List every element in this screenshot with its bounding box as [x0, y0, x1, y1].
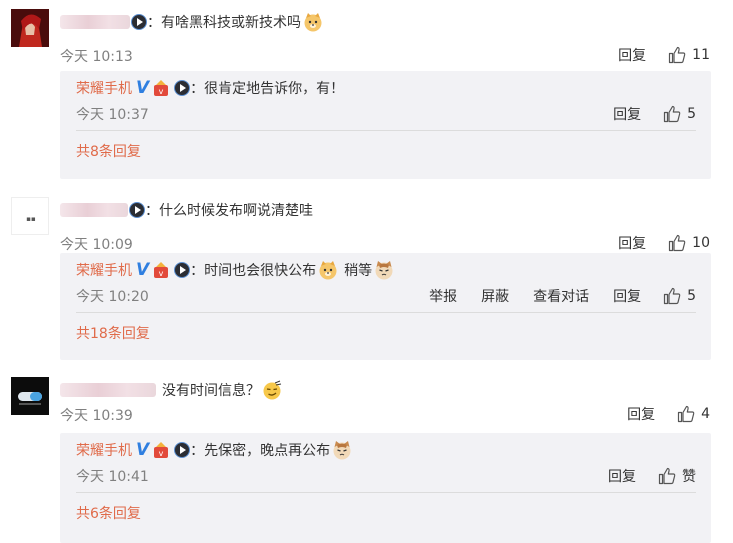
divider [76, 492, 696, 493]
reply-text: ：先保密，晚点再公布 [190, 443, 331, 459]
like-count: 10 [692, 235, 710, 251]
reply-box: 荣耀手机 V v ：先保密，晚点再公布 今天 10:41 回复 赞 共6条回复 [60, 433, 711, 543]
like-count: 5 [687, 106, 696, 122]
reply-box: 荣耀手机 V v ：时间也会很快公布 稍等 今天 10:20 举报 屏蔽 查看对… [60, 253, 711, 360]
user-avatar[interactable]: ▪▪ [11, 197, 49, 235]
reply-button[interactable]: 回复 [613, 104, 641, 124]
blurred-username[interactable] [60, 383, 156, 397]
blurred-username[interactable] [60, 203, 128, 217]
reply-button[interactable]: 回复 [608, 466, 636, 486]
like-icon [658, 467, 676, 485]
verified-v-icon: V [136, 260, 150, 280]
medal-icon: v [154, 442, 169, 458]
comment-time: 今天 10:13 [60, 49, 133, 65]
like-icon [669, 46, 686, 64]
reply-actions: 回复 赞 [584, 466, 696, 486]
comment-2: ▪▪ ：什么时候发布啊说清楚哇 今天 10:09 回复 10 荣耀手机 V v … [0, 197, 733, 367]
comment-actions: 回复 10 [618, 233, 710, 253]
like-button[interactable]: 11 [668, 46, 710, 64]
doge-emoji [319, 261, 337, 280]
reply-button[interactable]: 回复 [627, 404, 655, 424]
like-count: 赞 [682, 469, 696, 485]
more-replies-link[interactable]: 共6条回复 [76, 503, 141, 523]
reply-button[interactable]: 回复 [613, 286, 641, 306]
like-icon [663, 287, 681, 305]
report-button[interactable]: 举报 [429, 286, 457, 306]
like-button[interactable]: 5 [663, 287, 696, 305]
reply-time: 今天 10:37 [76, 107, 149, 123]
like-icon [677, 405, 695, 423]
reply-time: 今天 10:20 [76, 289, 149, 305]
block-button[interactable]: 屏蔽 [481, 286, 509, 306]
reply-button[interactable]: 回复 [618, 45, 646, 65]
smug-emoji [263, 380, 282, 400]
reply-box: 荣耀手机 V v ：很肯定地告诉你，有！ 今天 10:37 回复 5 共8条回复 [60, 71, 711, 179]
reply-author[interactable]: 荣耀手机 [76, 440, 132, 460]
reply-button[interactable]: 回复 [618, 233, 646, 253]
user-avatar[interactable] [11, 377, 49, 415]
reply-body: 荣耀手机 V v ：很肯定地告诉你，有！ [76, 77, 344, 99]
reply-author[interactable]: 荣耀手机 [76, 78, 132, 98]
comment-time: 今天 10:39 [60, 408, 133, 424]
reply-time: 今天 10:41 [76, 469, 149, 485]
comment-time: 今天 10:09 [60, 237, 133, 253]
svg-text:v: v [159, 87, 164, 96]
weibo-badge-icon [174, 80, 191, 96]
like-count: 4 [701, 406, 710, 422]
comment-text: 没有时间信息？ [162, 383, 260, 399]
weibo-badge-icon [131, 14, 147, 30]
reply-body: 荣耀手机 V v ：时间也会很快公布 稍等 [76, 259, 396, 281]
like-button[interactable]: 10 [668, 234, 710, 252]
like-count: 11 [692, 47, 710, 63]
comment-body: ：有啥黑科技或新技术吗 [60, 12, 325, 32]
svg-text:v: v [159, 269, 164, 278]
weibo-badge-icon [129, 202, 145, 218]
comment-body: ：什么时候发布啊说清楚哇 [60, 200, 313, 220]
comment-text: ：有啥黑科技或新技术吗 [147, 15, 301, 31]
reply-body: 荣耀手机 V v ：先保密，晚点再公布 [76, 439, 354, 461]
cat-emoji [375, 261, 393, 280]
medal-icon: v [154, 80, 169, 96]
medal-icon: v [154, 262, 169, 278]
comment-actions: 回复 4 [627, 404, 710, 424]
comment-actions: 回复 11 [618, 45, 710, 65]
like-button[interactable]: 4 [677, 405, 710, 423]
comment-text: ：什么时候发布啊说清楚哇 [145, 203, 313, 219]
like-icon [669, 234, 686, 252]
doge-emoji [304, 13, 322, 32]
svg-text:v: v [159, 449, 164, 458]
reply-actions: 回复 5 [589, 104, 696, 124]
comment-1: ：有啥黑科技或新技术吗 今天 10:13 回复 11 荣耀手机 V v ：很肯定… [0, 9, 733, 184]
divider [76, 130, 696, 131]
weibo-badge-icon [174, 442, 191, 458]
reply-author[interactable]: 荣耀手机 [76, 260, 132, 280]
svg-text:▪▪: ▪▪ [26, 215, 36, 223]
reply-text: ：时间也会很快公布 [190, 263, 317, 279]
like-button[interactable]: 赞 [658, 466, 696, 486]
more-replies-link[interactable]: 共8条回复 [76, 141, 141, 161]
divider [76, 312, 696, 313]
blurred-username[interactable] [60, 15, 130, 29]
weibo-badge-icon [174, 262, 191, 278]
like-icon [663, 105, 681, 123]
reply-actions: 举报 屏蔽 查看对话 回复 5 [405, 286, 696, 306]
reply-text: ：很肯定地告诉你，有！ [190, 81, 345, 97]
view-dialog-button[interactable]: 查看对话 [533, 286, 589, 306]
comment-3: 没有时间信息？ 今天 10:39 回复 4 荣耀手机 V v ：先保密，晚点再公… [0, 377, 733, 543]
cat-emoji [333, 441, 351, 460]
like-count: 5 [687, 288, 696, 304]
reply-text-2: 稍等 [344, 263, 373, 279]
verified-v-icon: V [136, 440, 150, 460]
verified-v-icon: V [136, 78, 150, 98]
comment-body: 没有时间信息？ [60, 380, 284, 400]
user-avatar[interactable] [11, 9, 49, 47]
like-button[interactable]: 5 [663, 105, 696, 123]
more-replies-link[interactable]: 共18条回复 [76, 323, 150, 343]
